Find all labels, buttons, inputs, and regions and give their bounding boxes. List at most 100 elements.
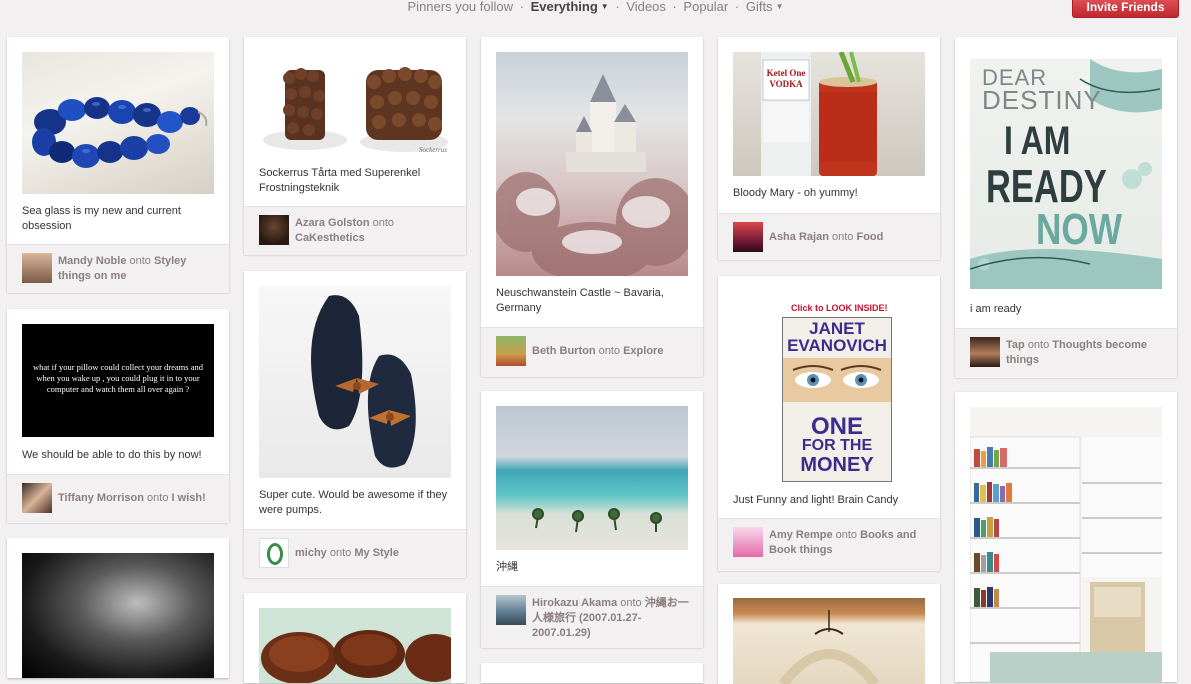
avatar[interactable] xyxy=(259,538,289,568)
pin-attribution: Hirokazu Akama onto 沖縄お一人様旅行 (2007.01.27… xyxy=(481,586,703,648)
nav-popular[interactable]: Popular xyxy=(683,0,728,14)
bottle-label: Ketel One VODKA xyxy=(766,68,806,89)
pin-card[interactable]: 沖縄 Hirokazu Akama onto 沖縄お一人様旅行 (2007.01… xyxy=(481,391,703,648)
pin-attribution-text: Tiffany Morrison onto I wish! xyxy=(58,491,218,506)
look-inside-badge[interactable]: Click to LOOK INSIDE! xyxy=(791,303,888,313)
pin-card[interactable]: Super cute. Would be awesome if they wer… xyxy=(244,271,466,578)
onto-label: onto xyxy=(620,597,642,609)
pin-description: We should be able to do this by now! xyxy=(22,449,202,461)
pin-card[interactable] xyxy=(244,593,466,683)
pinner-name[interactable]: Asha Rajan xyxy=(769,231,829,243)
pin-attribution-text: Tap onto Thoughts become things xyxy=(1006,338,1166,368)
pin-attribution-text: Beth Burton onto Explore xyxy=(532,344,692,359)
pin-description: Super cute. Would be awesome if they wer… xyxy=(259,489,448,516)
poster-destiny: DESTINY xyxy=(982,85,1102,115)
pin-image[interactable] xyxy=(496,52,688,276)
pin-attribution: Amy Rempe onto Books and Book things xyxy=(718,518,940,571)
poster-i-am: I AM xyxy=(1004,119,1071,163)
pin-card[interactable]: Sea glass is my new and current obsessio… xyxy=(7,37,229,293)
nav-gifts[interactable]: Gifts ▼ xyxy=(746,0,784,14)
poster-now: NOW xyxy=(1036,205,1123,254)
pin-image[interactable] xyxy=(496,406,688,550)
avatar[interactable] xyxy=(970,337,1000,367)
pin-card[interactable]: Neuschwanstein Castle ~ Bavaria, Germany… xyxy=(481,37,703,377)
avatar[interactable] xyxy=(496,595,526,625)
pin-image[interactable] xyxy=(970,407,1162,682)
pinner-name[interactable]: Azara Golston xyxy=(295,217,370,229)
onto-label: onto xyxy=(831,231,854,243)
pin-card[interactable] xyxy=(718,584,940,684)
avatar[interactable] xyxy=(733,222,763,252)
pin-description: Bloody Mary - oh yummy! xyxy=(733,187,858,199)
pin-image[interactable]: what if your pillow could collect your d… xyxy=(22,324,214,437)
pin-description: Just Funny and light! Brain Candy xyxy=(733,494,899,506)
nav-everything[interactable]: Everything ▼ xyxy=(531,0,609,14)
pinner-name[interactable]: Tiffany Morrison xyxy=(58,492,144,504)
pin-card[interactable] xyxy=(7,538,229,678)
book-title-for-the: FOR THE xyxy=(801,437,873,454)
pinner-name[interactable]: Hirokazu Akama xyxy=(532,597,617,609)
nav-videos[interactable]: Videos xyxy=(626,0,666,14)
pin-card[interactable]: Ketel One VODKA Bloody Mary - oh yummy! … xyxy=(718,37,940,260)
pinner-name[interactable]: michy xyxy=(295,547,327,559)
avatar[interactable] xyxy=(259,215,289,245)
board-name[interactable]: Food xyxy=(856,231,883,243)
pin-card[interactable]: what if your pillow could collect your d… xyxy=(7,309,229,523)
pin-attribution-text: Mandy Noble onto Styley things on me xyxy=(58,254,218,284)
pin-card[interactable] xyxy=(955,392,1177,682)
pin-card[interactable]: Sockerrus Sockerrus Tårta med Superenkel… xyxy=(244,37,466,255)
board-name[interactable]: CaKesthetics xyxy=(295,232,365,244)
nav-separator: · xyxy=(672,0,677,14)
avatar[interactable] xyxy=(22,483,52,513)
pinner-name[interactable]: Amy Rempe xyxy=(769,529,833,541)
nav-everything-label: Everything xyxy=(530,0,598,14)
pin-attribution: Tap onto Thoughts become things xyxy=(955,328,1177,378)
pin-attribution-text: Hirokazu Akama onto 沖縄お一人様旅行 (2007.01.27… xyxy=(532,596,692,641)
pin-description: Neuschwanstein Castle ~ Bavaria, Germany xyxy=(496,287,664,314)
onto-label: onto xyxy=(129,255,151,267)
board-name[interactable]: Explore xyxy=(623,345,663,357)
pinner-name[interactable]: Tap xyxy=(1006,339,1025,351)
pin-card[interactable]: DEAR DESTINY I AM READY NOW i am ready T… xyxy=(955,37,1177,378)
avatar[interactable] xyxy=(733,527,763,557)
pin-image[interactable] xyxy=(259,608,451,683)
nav-separator: · xyxy=(615,0,620,14)
avatar[interactable] xyxy=(22,253,52,283)
caret-down-icon: ▼ xyxy=(775,2,784,11)
nav-separator: · xyxy=(734,0,740,14)
pin-image[interactable] xyxy=(259,286,451,478)
pin-card[interactable] xyxy=(481,663,703,683)
pin-image[interactable] xyxy=(733,598,925,684)
pin-image[interactable]: Click to LOOK INSIDE! JANET EVANOVICH ON… xyxy=(733,291,925,484)
pin-description: i am ready xyxy=(970,303,1022,315)
pinner-name[interactable]: Mandy Noble xyxy=(58,255,126,267)
pin-attribution: Mandy Noble onto Styley things on me xyxy=(7,244,229,293)
pin-attribution-text: Amy Rempe onto Books and Book things xyxy=(769,528,929,558)
onto-label: onto xyxy=(835,529,858,541)
avatar[interactable] xyxy=(496,336,526,366)
pin-image[interactable] xyxy=(22,52,214,194)
pin-image[interactable]: Ketel One VODKA xyxy=(733,52,925,176)
pin-attribution-text: Azara Golston onto CaKesthetics xyxy=(295,216,455,246)
invite-friends-button[interactable]: Invite Friends xyxy=(1072,0,1179,18)
book-author: JANET EVANOVICH xyxy=(787,319,887,355)
pin-attribution: Asha Rajan onto Food xyxy=(718,213,940,260)
onto-label: onto xyxy=(598,345,621,357)
onto-label: onto xyxy=(147,492,169,504)
image-watermark: Sockerrus xyxy=(419,146,447,154)
nav-pinners-you-follow[interactable]: Pinners you follow xyxy=(408,0,514,14)
pin-image[interactable] xyxy=(22,553,214,678)
nav-gifts-label: Gifts xyxy=(745,0,773,14)
pin-description: 沖縄 xyxy=(496,561,518,573)
pin-description: Sea glass is my new and current obsessio… xyxy=(22,205,181,232)
board-name[interactable]: My Style xyxy=(354,547,399,559)
book-cover: JANET EVANOVICH ONE FOR THE MONEY xyxy=(782,317,892,482)
pin-card[interactable]: Click to LOOK INSIDE! JANET EVANOVICH ON… xyxy=(718,276,940,571)
pin-attribution: Beth Burton onto Explore xyxy=(481,327,703,377)
pin-image[interactable]: Sockerrus xyxy=(259,52,451,158)
pinner-name[interactable]: Beth Burton xyxy=(532,345,596,357)
onto-label: onto xyxy=(329,547,352,559)
board-name[interactable]: I wish! xyxy=(172,492,206,504)
pin-image[interactable]: DEAR DESTINY I AM READY NOW xyxy=(970,59,1162,289)
pin-attribution-text: Asha Rajan onto Food xyxy=(769,230,929,245)
